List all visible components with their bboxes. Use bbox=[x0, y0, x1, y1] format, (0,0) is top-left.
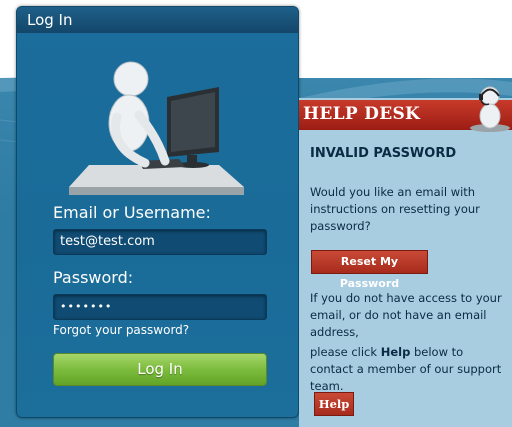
headset-support-icon bbox=[470, 86, 510, 132]
password-label: Password: bbox=[53, 268, 134, 287]
contact-help-bold: Help bbox=[380, 345, 411, 359]
contact-support-text: please click Help below to contact a mem… bbox=[310, 344, 506, 395]
login-panel: Log In Email or Username: test@test.com … bbox=[16, 6, 299, 418]
reset-password-button[interactable]: Reset My Password bbox=[311, 250, 428, 290]
reset-prompt-text: Would you like an email with instruction… bbox=[310, 185, 480, 233]
help-button[interactable]: Help bbox=[314, 392, 354, 416]
username-label: Email or Username: bbox=[53, 203, 211, 222]
login-header: Log In bbox=[17, 7, 298, 33]
login-button[interactable]: Log In bbox=[53, 353, 267, 386]
username-input[interactable]: test@test.com bbox=[53, 229, 267, 255]
forgot-password-link[interactable]: Forgot your password? bbox=[53, 323, 189, 337]
person-at-computer-icon bbox=[69, 61, 244, 195]
help-desk-panel: HELP DESK INVALID PASSWORD Would you lik… bbox=[299, 86, 512, 427]
invalid-password-heading: INVALID PASSWORD bbox=[310, 146, 457, 161]
no-access-text: If you do not have access to your email,… bbox=[310, 291, 502, 339]
contact-prefix: please click bbox=[310, 345, 381, 359]
help-desk-title: HELP DESK bbox=[303, 104, 421, 124]
password-input[interactable]: ••••••• bbox=[53, 294, 267, 320]
